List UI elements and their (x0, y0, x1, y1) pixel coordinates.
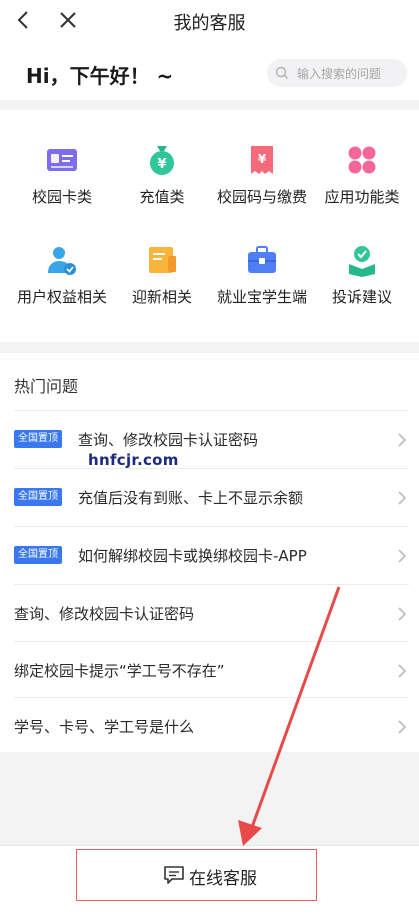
question-row[interactable]: 全国置顶 如何解绑校园卡或换绑校园卡-APP (14, 526, 409, 584)
question-row[interactable]: 全国置顶 查询、修改校园卡认证密码 (14, 410, 409, 468)
question-text: 如何解绑校园卡或换绑校园卡-APP (78, 547, 307, 565)
online-service-button[interactable]: 在线客服 (76, 849, 317, 901)
category-label: 应用功能类 (324, 188, 400, 206)
chevron-right-icon (398, 433, 407, 447)
question-text: 充值后没有到账、卡上不显示余额 (78, 489, 304, 507)
pinned-badge: 全国置顶 (14, 430, 62, 448)
category-recharge[interactable]: ¥ 充值类 (110, 142, 214, 207)
category-welcome[interactable]: 迎新相关 (110, 242, 214, 307)
page-title: 我的客服 (173, 13, 246, 34)
id-card-icon (47, 149, 77, 171)
category-label: 充值类 (139, 188, 185, 206)
category-label: 校园卡类 (31, 188, 92, 206)
question-text: 查询、修改校园卡认证密码 (14, 605, 195, 623)
feedback-icon (349, 246, 375, 277)
question-text: 查询、修改校园卡认证密码 (78, 431, 259, 449)
category-campus-card[interactable]: 校园卡类 (10, 142, 114, 207)
pinned-badge: 全国置顶 (14, 488, 62, 506)
chat-bubble-icon (164, 866, 184, 884)
category-campus-code[interactable]: ¥ 校园码与缴费 (210, 142, 314, 207)
category-complaint[interactable]: 投诉建议 (310, 242, 414, 307)
category-label: 用户权益相关 (16, 288, 107, 306)
chevron-right-icon (398, 549, 407, 563)
question-row[interactable]: 学号、卡号、学工号是什么 (14, 697, 409, 755)
svg-text:¥: ¥ (258, 152, 267, 166)
chevron-right-icon (398, 607, 407, 621)
search-icon (275, 66, 288, 79)
pinned-badge: 全国置顶 (14, 546, 62, 564)
svg-text:¥: ¥ (157, 157, 166, 172)
welcome-doc-icon (149, 247, 176, 273)
chevron-right-icon (398, 491, 407, 505)
search-placeholder: 输入搜索的问题 (297, 67, 382, 81)
nav-bar: 我的客服 (0, 0, 419, 42)
question-row[interactable]: 全国置顶 充值后没有到账、卡上不显示余额 (14, 468, 409, 526)
search-input[interactable]: 输入搜索的问题 (267, 59, 407, 87)
category-user-rights[interactable]: 用户权益相关 (10, 242, 114, 307)
greeting-text: Hi，下午好！ ~ (26, 64, 174, 88)
category-label: 就业宝学生端 (216, 288, 307, 306)
chevron-right-icon (398, 720, 407, 734)
briefcase-icon (248, 246, 276, 273)
hot-questions-section: 热门问题 全国置顶 查询、修改校园卡认证密码 全国置顶 充值后没有到账、卡上不显… (0, 353, 419, 752)
category-employment[interactable]: 就业宝学生端 (210, 242, 314, 307)
category-label: 迎新相关 (131, 288, 192, 306)
category-app-features[interactable]: 应用功能类 (310, 142, 414, 207)
question-text: 绑定校园卡提示“学工号不存在” (14, 662, 225, 680)
category-label: 校园码与缴费 (216, 188, 307, 206)
section-title: 热门问题 (14, 377, 79, 396)
money-bag-icon: ¥ (150, 146, 174, 175)
question-row[interactable]: 查询、修改校园卡认证密码 (14, 584, 409, 642)
category-grid: 校园卡类 ¥ 充值类 ¥ 校园码与缴费 应用功能类 用户权益相关 迎新相关 就业… (0, 110, 419, 342)
chevron-right-icon (398, 664, 407, 678)
question-text: 学号、卡号、学工号是什么 (14, 718, 195, 736)
user-shield-icon (48, 247, 76, 275)
bottom-bar: 在线客服 (0, 845, 419, 916)
watermark: hnfcjr.com (88, 451, 179, 469)
greeting-bar: Hi，下午好！ ~ 输入搜索的问题 (0, 42, 419, 100)
category-label: 投诉建议 (331, 288, 392, 306)
apps-icon (348, 146, 376, 174)
receipt-icon: ¥ (251, 146, 273, 174)
question-row[interactable]: 绑定校园卡提示“学工号不存在” (14, 641, 409, 699)
online-service-label: 在线客服 (189, 869, 257, 889)
